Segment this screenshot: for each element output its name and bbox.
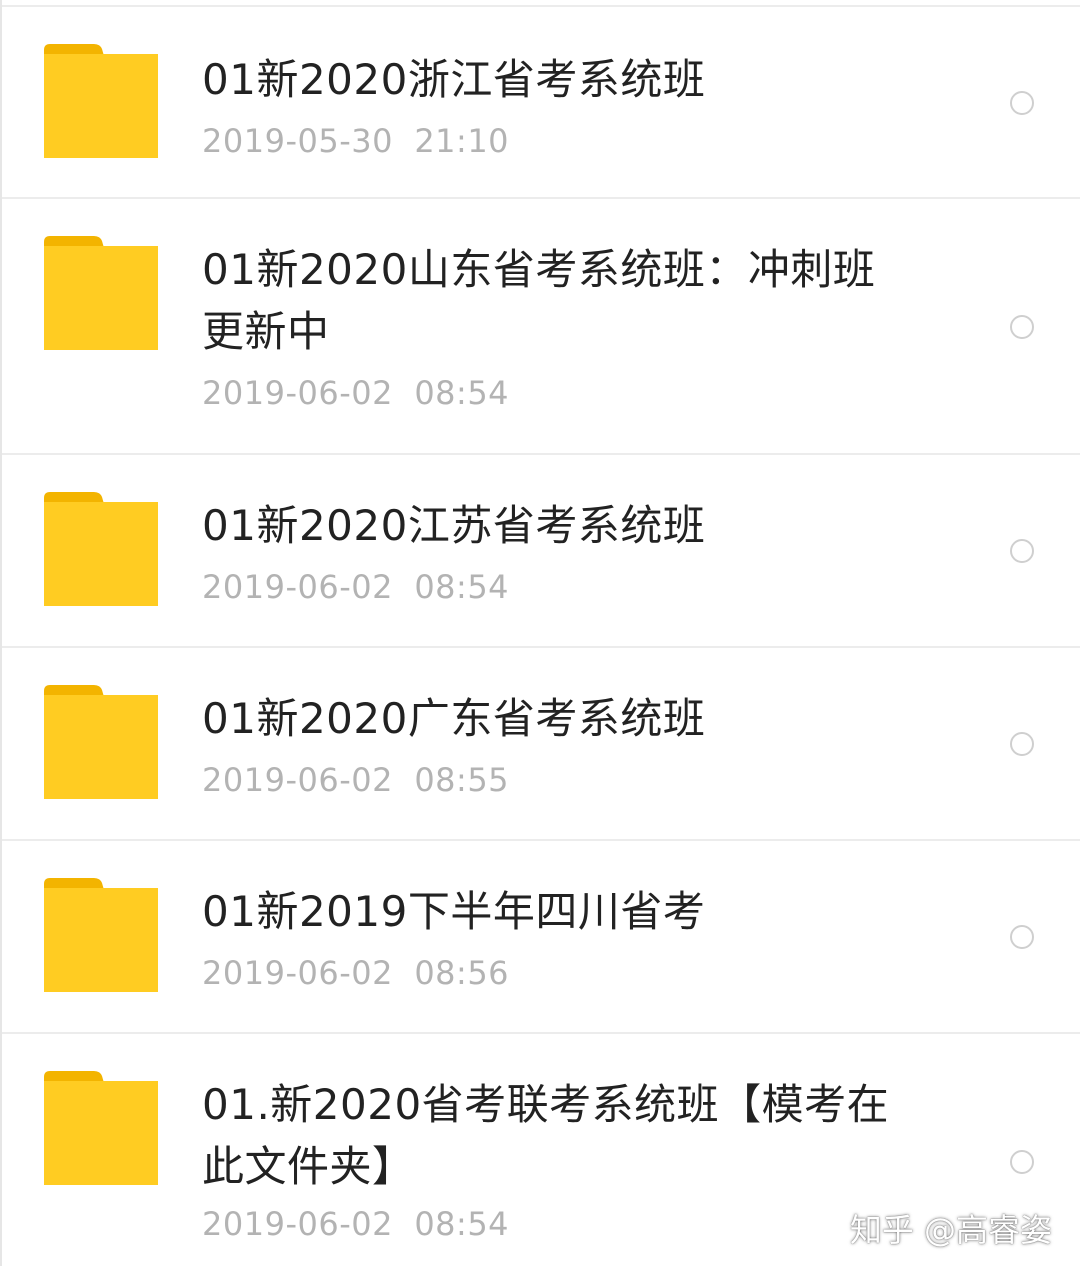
list-item[interactable]: 01新2019下半年四川省考 2019-06-02 08:56 (2, 841, 1080, 1034)
folder-icon (44, 44, 158, 158)
item-text: 01新2019下半年四川省考 2019-06-02 08:56 (202, 881, 942, 993)
list-item[interactable]: 01新2020山东省考系统班：冲刺班更新中 2019-06-02 08:54 (2, 199, 1080, 455)
select-radio[interactable] (1010, 539, 1034, 563)
item-name: 01新2020广东省考系统班 (202, 694, 706, 743)
item-name: 01新2020江苏省考系统班 (202, 501, 706, 550)
folder-icon (44, 878, 158, 992)
item-text: 01.新2020省考联考系统班【模考在此文件夹】 2019-06-02 08:5… (202, 1074, 922, 1244)
select-radio[interactable] (1010, 732, 1034, 756)
item-text: 01新2020浙江省考系统班 2019-05-30 21:10 (202, 49, 942, 161)
item-name: 01新2020浙江省考系统班 (202, 55, 706, 104)
item-date: 2019-06-02 08:54 (202, 568, 510, 606)
item-date: 2019-06-02 08:54 (202, 1205, 510, 1243)
item-name: 01.新2020省考联考系统班【模考在此文件夹】 (202, 1080, 890, 1191)
item-date: 2019-06-02 08:56 (202, 954, 510, 992)
folder-icon (44, 685, 158, 799)
folder-icon (44, 1071, 158, 1185)
item-name: 01新2019下半年四川省考 (202, 887, 706, 936)
list-item[interactable]: 01新2020广东省考系统班 2019-06-02 08:55 (2, 648, 1080, 841)
select-radio[interactable] (1010, 91, 1034, 115)
item-date: 2019-06-02 08:55 (202, 761, 510, 799)
list-item[interactable]: 01新2020浙江省考系统班 2019-05-30 21:10 (2, 7, 1080, 199)
select-radio[interactable] (1010, 925, 1034, 949)
item-date: 2019-05-30 21:10 (202, 122, 510, 160)
folder-icon (44, 236, 158, 350)
item-text: 01新2020广东省考系统班 2019-06-02 08:55 (202, 688, 942, 800)
list-item[interactable]: 01新2020江苏省考系统班 2019-06-02 08:54 (2, 455, 1080, 648)
select-radio[interactable] (1010, 315, 1034, 339)
folder-icon (44, 492, 158, 606)
item-name: 01新2020山东省考系统班：冲刺班更新中 (202, 245, 876, 356)
watermark: 知乎 @高睿姿 (849, 1211, 1052, 1249)
item-date: 2019-06-02 08:54 (202, 374, 510, 412)
item-text: 01新2020江苏省考系统班 2019-06-02 08:54 (202, 495, 942, 607)
select-radio[interactable] (1010, 1150, 1034, 1174)
item-text: 01新2020山东省考系统班：冲刺班更新中 2019-06-02 08:54 (202, 239, 912, 413)
file-list: 01新2020浙江省考系统班 2019-05-30 21:10 01新2020山… (0, 0, 1080, 1266)
